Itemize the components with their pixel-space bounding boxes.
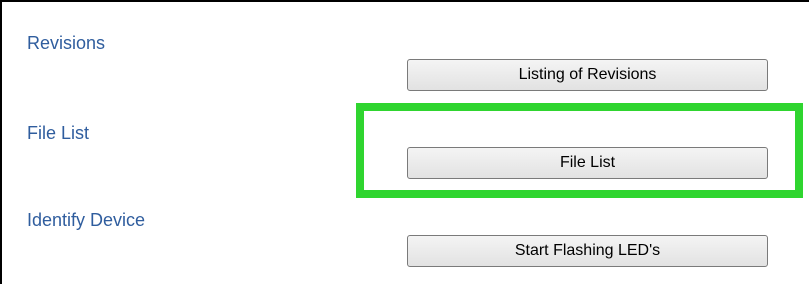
file-list-label: File List [27, 123, 90, 143]
revisions-label: Revisions [27, 33, 106, 53]
file-list-button[interactable]: File List [407, 147, 768, 179]
identify-device-label: Identify Device [27, 210, 146, 230]
listing-of-revisions-button[interactable]: Listing of Revisions [407, 59, 768, 91]
start-flashing-leds-button[interactable]: Start Flashing LED's [407, 235, 768, 267]
device-settings-panel: Revisions Listing of Revisions File List… [0, 0, 809, 284]
